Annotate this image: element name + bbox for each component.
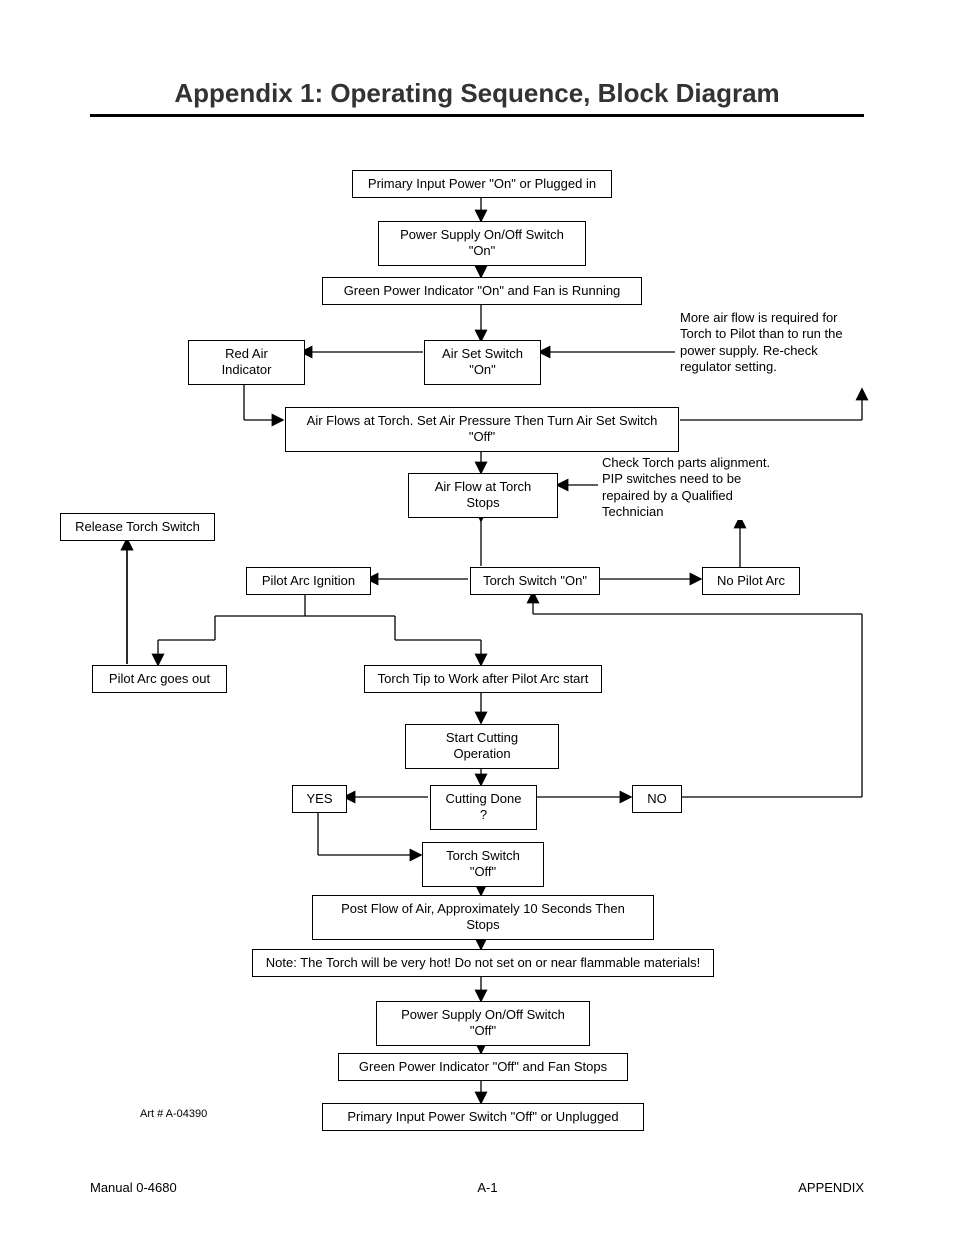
node-torch-tip-to-work: Torch Tip to Work after Pilot Arc start: [364, 665, 602, 693]
node-air-flow-stops: Air Flow at Torch Stops: [408, 473, 558, 518]
node-primary-power-on: Primary Input Power "On" or Plugged in: [352, 170, 612, 198]
node-green-indicator-off: Green Power Indicator "Off" and Fan Stop…: [338, 1053, 628, 1081]
node-supply-switch-on: Power Supply On/Off Switch "On": [378, 221, 586, 266]
node-primary-power-off: Primary Input Power Switch "Off" or Unpl…: [322, 1103, 644, 1131]
node-cutting-done: Cutting Done ?: [430, 785, 537, 830]
node-start-cutting: Start Cutting Operation: [405, 724, 559, 769]
art-number: Art # A-04390: [140, 1108, 207, 1120]
node-pilot-arc-goes-out: Pilot Arc goes out: [92, 665, 227, 693]
note-check-torch: Check Torch parts alignment. PIP switche…: [602, 455, 782, 520]
node-torch-switch-on: Torch Switch "On": [470, 567, 600, 595]
page-footer: Manual 0-4680 A-1 APPENDIX: [90, 1180, 864, 1195]
node-torch-switch-off: Torch Switch "Off": [422, 842, 544, 887]
label-yes: YES: [292, 785, 347, 813]
footer-center: A-1: [477, 1180, 497, 1195]
note-air-flow: More air flow is required for Torch to P…: [680, 310, 860, 375]
footer-left: Manual 0-4680: [90, 1180, 177, 1195]
title-rule: [90, 114, 864, 117]
footer-right: APPENDIX: [798, 1180, 864, 1195]
node-no-pilot-arc: No Pilot Arc: [702, 567, 800, 595]
node-supply-switch-off: Power Supply On/Off Switch "Off": [376, 1001, 590, 1046]
node-pilot-arc-ignition: Pilot Arc Ignition: [246, 567, 371, 595]
node-hot-warning: Note: The Torch will be very hot! Do not…: [252, 949, 714, 977]
page: Appendix 1: Operating Sequence, Block Di…: [0, 0, 954, 1235]
node-red-air-indicator: Red Air Indicator: [188, 340, 305, 385]
page-title: Appendix 1: Operating Sequence, Block Di…: [0, 78, 954, 109]
node-release-torch: Release Torch Switch: [60, 513, 215, 541]
node-air-flows-set-off: Air Flows at Torch. Set Air Pressure The…: [285, 407, 679, 452]
node-green-indicator-on: Green Power Indicator "On" and Fan is Ru…: [322, 277, 642, 305]
node-air-set-on: Air Set Switch "On": [424, 340, 541, 385]
label-no: NO: [632, 785, 682, 813]
node-post-flow: Post Flow of Air, Approximately 10 Secon…: [312, 895, 654, 940]
